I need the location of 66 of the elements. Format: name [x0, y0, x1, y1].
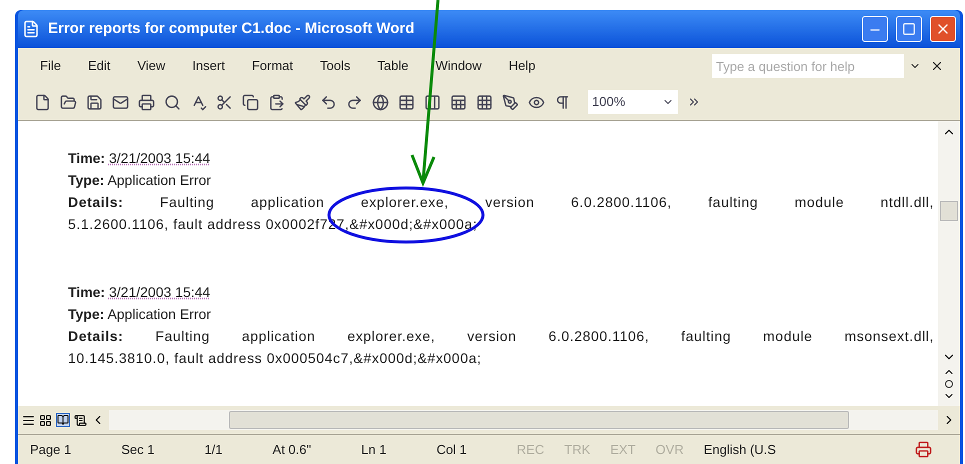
menu-item[interactable]: Insert — [186, 56, 231, 76]
window-title: Error reports for computer C1.doc - Microsoft Word — [48, 18, 416, 39]
printer-status-icon — [915, 441, 932, 458]
menu-item[interactable]: Edit — [82, 56, 116, 76]
zoom-box[interactable]: 100% — [588, 90, 678, 114]
print-view-icon[interactable] — [56, 413, 70, 427]
new-document-icon[interactable] — [34, 94, 51, 110]
scroll-thumb[interactable] — [940, 201, 958, 221]
status-field: At 0.6" — [272, 440, 312, 460]
close-button[interactable] — [930, 16, 956, 42]
folder-icon[interactable] — [60, 94, 77, 110]
browse-object-icon[interactable] — [945, 380, 953, 388]
status-field: OVR — [656, 440, 684, 460]
details-line: Details: Faulting application explorer.exe, version 6.0.2800.1106, faulting module msonsext.dll, — [68, 327, 934, 346]
menu-item[interactable]: Tools — [314, 56, 356, 76]
undo-icon[interactable] — [320, 94, 337, 110]
minimize-button[interactable] — [862, 16, 888, 42]
menu-item[interactable]: Help — [502, 56, 542, 76]
status-field: 1/1 — [204, 440, 223, 460]
search-icon[interactable] — [164, 94, 181, 110]
web-view-icon[interactable] — [39, 414, 52, 426]
time-line: Time: 3/21/2003 15:44 — [68, 283, 212, 302]
scroll-thumb[interactable] — [229, 411, 849, 429]
menu-item[interactable]: Window — [429, 56, 488, 76]
status-field: REC — [516, 440, 544, 460]
status-field: EXT — [610, 440, 636, 460]
details-line: Details: Faulting application explorer.exe, version 6.0.2800.1106, faulting module ntdll.dll, — [68, 193, 934, 212]
help-search-field[interactable]: Type a question for help — [712, 54, 904, 78]
maximize-icon — [902, 22, 916, 36]
vertical-scrollbar[interactable] — [938, 121, 960, 406]
status-field: TRK — [564, 440, 590, 460]
details-line: 10.145.3810.0, fault address 0x000504c7,&#x000d;&#x000a; — [68, 349, 482, 368]
scissors-icon[interactable] — [216, 94, 233, 110]
status-field: Sec 1 — [121, 440, 154, 460]
columns-icon[interactable] — [424, 94, 441, 110]
pilcrow-icon[interactable] — [554, 94, 571, 110]
pen-icon[interactable] — [502, 94, 519, 110]
menu-item[interactable]: File — [34, 56, 67, 76]
outline-view-icon[interactable] — [74, 414, 87, 426]
menu-item[interactable]: View — [131, 56, 172, 76]
close-icon[interactable] — [930, 59, 944, 73]
printer-icon[interactable] — [138, 94, 155, 110]
paste-icon[interactable] — [268, 94, 285, 110]
save-icon[interactable] — [86, 94, 103, 110]
status-field: Col 1 — [436, 440, 467, 460]
status-field: English (U.S — [704, 440, 776, 460]
table-icon[interactable] — [398, 94, 415, 110]
copy-icon[interactable] — [242, 94, 259, 110]
redo-icon[interactable] — [346, 94, 363, 110]
menu-item[interactable]: Format — [246, 56, 299, 76]
horizontal-scrollbar[interactable] — [109, 410, 938, 430]
mail-icon[interactable] — [112, 94, 129, 110]
grid-icon[interactable] — [476, 94, 493, 110]
maximize-button[interactable] — [896, 16, 922, 42]
brush-icon[interactable] — [294, 94, 311, 110]
zoom-value: 100% — [592, 93, 626, 112]
globe-icon[interactable] — [372, 94, 389, 110]
word-document-icon — [22, 20, 40, 38]
status-field: Ln 1 — [361, 440, 386, 460]
time-line: Time: 3/21/2003 15:44 — [68, 149, 212, 168]
spreadsheet-icon[interactable] — [450, 94, 467, 110]
menu-item[interactable]: Table — [371, 56, 414, 76]
status-field: Page 1 — [30, 440, 72, 460]
type-line: Type: Application Error — [68, 305, 212, 324]
type-line: Type: Application Error — [68, 171, 212, 190]
normal-view-icon[interactable] — [22, 414, 35, 426]
